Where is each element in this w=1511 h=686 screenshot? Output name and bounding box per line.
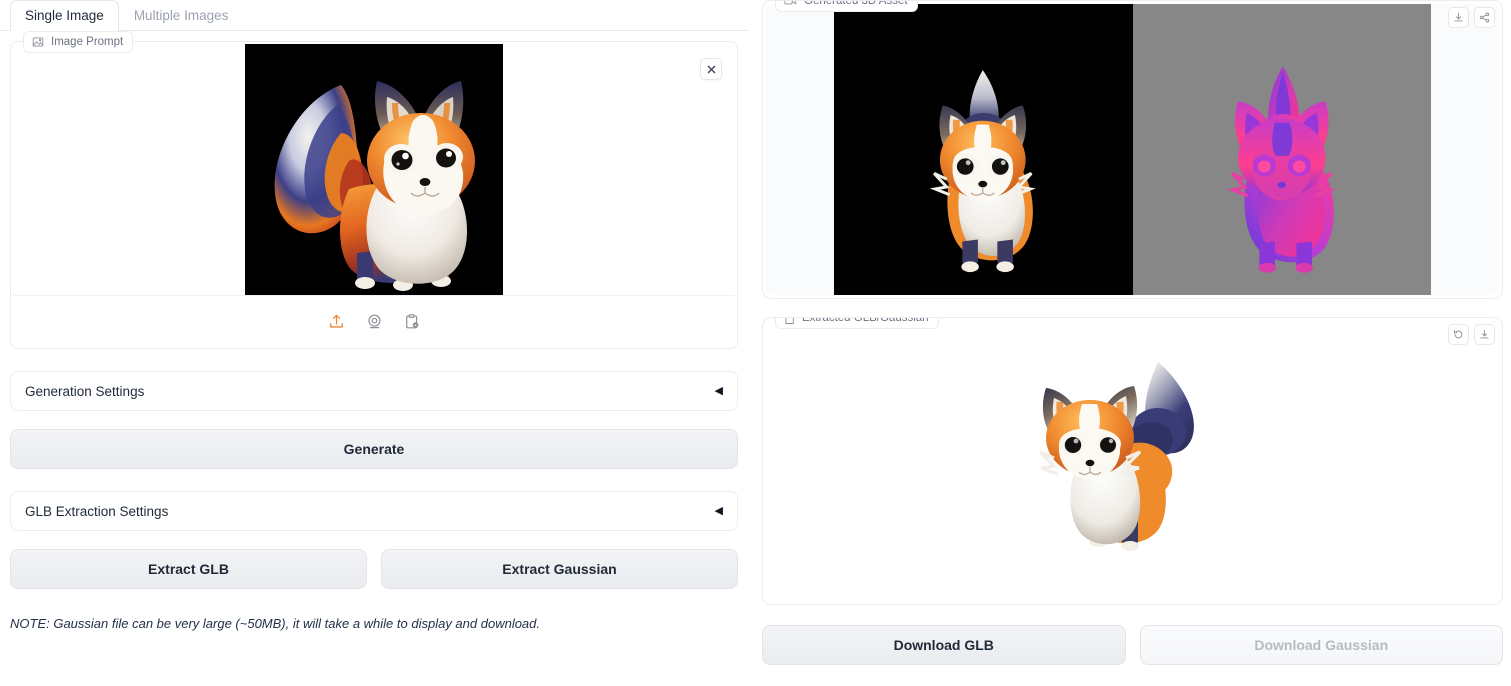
image-prompt-label: Image Prompt [23, 31, 134, 53]
paste-clipboard-icon[interactable] [401, 310, 423, 332]
glb-model-render [1038, 361, 1194, 551]
generated-3d-asset-panel: Generated 3D Asset [762, 0, 1503, 299]
extract-glb-button[interactable]: Extract GLB [10, 549, 367, 589]
download-icon[interactable] [1474, 324, 1495, 345]
accordion-glb-extraction-settings-title: GLB Extraction Settings [25, 503, 169, 519]
generated-3d-asset-label: Generated 3D Asset [775, 0, 918, 12]
chevron-left-icon: ◀ [714, 384, 723, 397]
webcam-icon[interactable] [363, 310, 385, 332]
video-panel-actions [1448, 7, 1495, 28]
image-prompt-toolbar [13, 296, 735, 346]
file-icon [784, 318, 795, 325]
image-prompt-inner [13, 44, 735, 346]
right-panel: Generated 3D Asset Extracted GLB/Gaussia… [762, 0, 1511, 686]
extract-gaussian-button[interactable]: Extract Gaussian [381, 549, 738, 589]
download-button-row: Download GLB Download Gaussian [762, 625, 1503, 665]
prompt-image [245, 44, 503, 295]
chevron-left-icon: ◀ [714, 504, 723, 517]
undo-icon[interactable] [1448, 324, 1469, 345]
video-half-normal [1132, 4, 1431, 295]
share-icon[interactable] [1474, 7, 1495, 28]
image-prompt-canvas[interactable] [13, 44, 735, 296]
video-camera-icon [784, 1, 797, 7]
gaussian-size-note: NOTE: Gaussian file can be very large (~… [10, 616, 541, 631]
tab-single-image[interactable]: Single Image [10, 0, 119, 31]
download-icon[interactable] [1448, 7, 1469, 28]
glb-panel-actions [1448, 324, 1495, 345]
accordion-generation-settings-title: Generation Settings [25, 383, 145, 399]
accordion-glb-extraction-settings[interactable]: GLB Extraction Settings ◀ [10, 491, 738, 531]
generated-3d-asset-label-text: Generated 3D Asset [804, 0, 908, 7]
extracted-glb-panel: Extracted GLB/Gaussian [762, 317, 1503, 605]
upload-icon[interactable] [325, 310, 347, 332]
tab-bar: Single Image Multiple Images [0, 0, 748, 31]
video-stage[interactable] [766, 4, 1499, 295]
close-icon[interactable] [700, 58, 722, 80]
download-gaussian-button: Download Gaussian [1139, 625, 1503, 665]
video-frame [834, 4, 1431, 295]
image-placeholder-icon [32, 36, 44, 48]
normal-map-render [1136, 4, 1428, 295]
tab-multiple-images[interactable]: Multiple Images [119, 0, 244, 31]
glb-viewer[interactable] [763, 318, 1502, 604]
extracted-glb-label-text: Extracted GLB/Gaussian [802, 317, 929, 324]
app-root: Single Image Multiple Images Image Promp… [0, 0, 1511, 686]
download-glb-button[interactable]: Download GLB [762, 625, 1126, 665]
extract-button-row: Extract GLB Extract Gaussian [10, 549, 738, 589]
video-half-rgb [834, 4, 1133, 295]
left-panel: Single Image Multiple Images Image Promp… [0, 0, 748, 686]
image-prompt-panel: Image Prompt [10, 31, 738, 349]
gaussian-render [837, 4, 1129, 295]
generate-button[interactable]: Generate [10, 429, 738, 469]
extracted-glb-label: Extracted GLB/Gaussian [775, 317, 939, 329]
accordion-generation-settings[interactable]: Generation Settings ◀ [10, 371, 738, 411]
image-prompt-label-text: Image Prompt [51, 36, 124, 48]
